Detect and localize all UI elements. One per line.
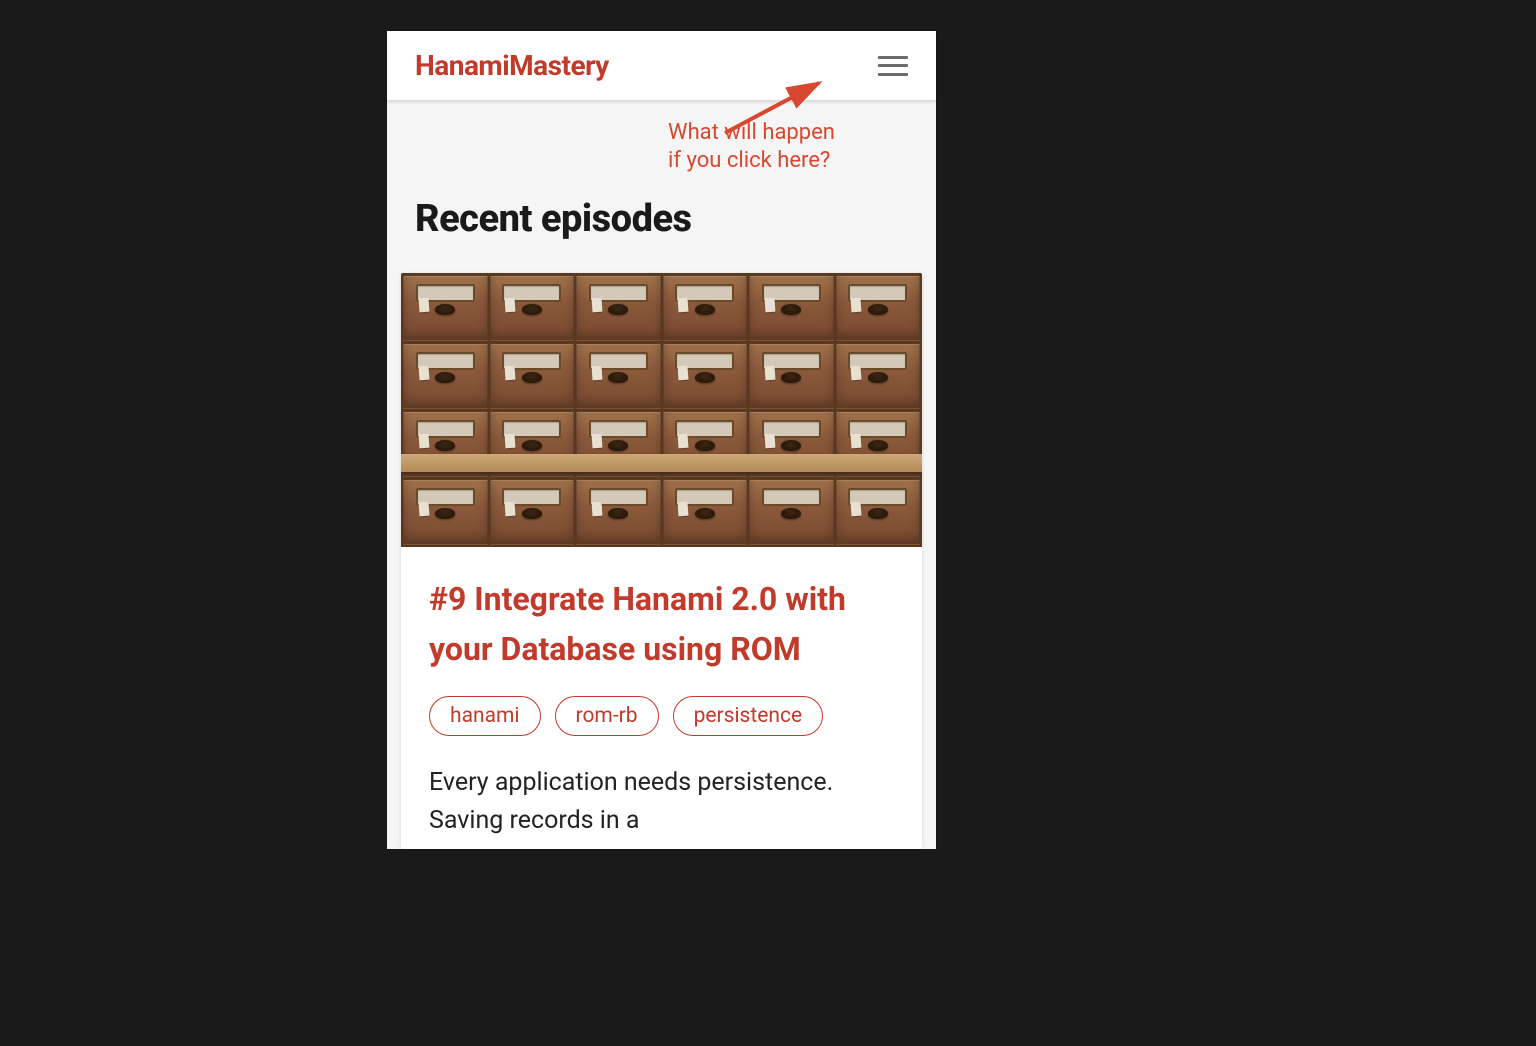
section-title: Recent episodes bbox=[415, 197, 908, 241]
episode-card-body: #9 Integrate Hanami 2.0 with your Databa… bbox=[401, 547, 922, 849]
episode-title[interactable]: #9 Integrate Hanami 2.0 with your Databa… bbox=[429, 575, 894, 674]
tag-hanami[interactable]: hanami bbox=[429, 696, 541, 736]
episode-excerpt: Every application needs persistence. Sav… bbox=[429, 764, 894, 839]
episode-tags: hanami rom-rb persistence bbox=[429, 696, 894, 736]
tag-persistence[interactable]: persistence bbox=[673, 696, 824, 736]
episode-thumbnail bbox=[401, 273, 922, 547]
annotation-line-2: if you click here? bbox=[668, 148, 830, 173]
episode-card[interactable]: #9 Integrate Hanami 2.0 with your Databa… bbox=[401, 273, 922, 849]
hamburger-menu-icon[interactable] bbox=[878, 56, 908, 76]
tag-rom-rb[interactable]: rom-rb bbox=[555, 696, 659, 736]
annotation-line-1: What will happen bbox=[668, 120, 835, 145]
mobile-viewport: HanamiMastery What will happen if you cl… bbox=[387, 31, 936, 849]
annotation-text: What will happen if you click here? bbox=[668, 119, 835, 174]
app-header: HanamiMastery bbox=[387, 31, 936, 101]
brand-logo[interactable]: HanamiMastery bbox=[415, 49, 609, 82]
annotation-callout: What will happen if you click here? bbox=[387, 101, 936, 183]
